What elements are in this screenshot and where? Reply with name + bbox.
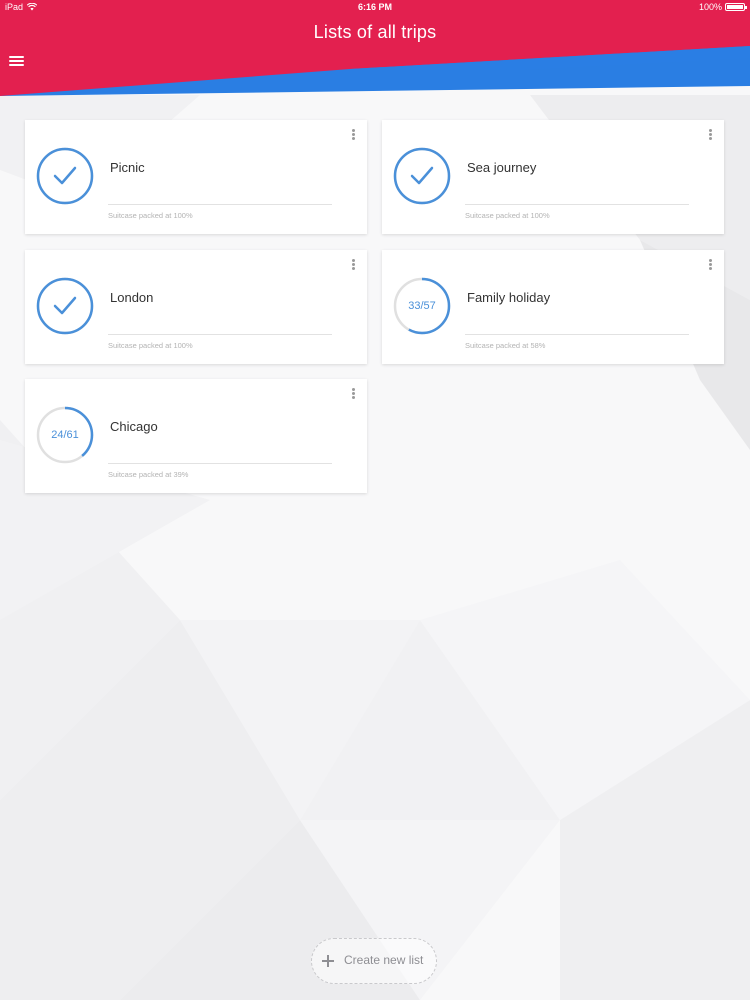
- divider: [108, 463, 332, 464]
- trip-card[interactable]: Sea journey Suitcase packed at 100%: [382, 120, 724, 234]
- packing-status: Suitcase packed at 100%: [108, 211, 193, 220]
- trip-name: Sea journey: [467, 160, 537, 175]
- trip-card[interactable]: 33/57 Family holiday Suitcase packed at 58…: [382, 250, 724, 364]
- trip-card[interactable]: 24/61 Chicago Suitcase packed at 39%: [25, 379, 367, 493]
- more-options-icon[interactable]: [350, 387, 356, 401]
- progress-count: 24/61: [51, 429, 79, 441]
- page-title: Lists of all trips: [313, 22, 437, 42]
- trip-name: London: [110, 290, 154, 305]
- more-options-icon[interactable]: [707, 128, 713, 142]
- trip-name: Picnic: [110, 160, 145, 175]
- packing-status: Suitcase packed at 100%: [465, 211, 550, 220]
- plus-icon: [322, 955, 334, 967]
- divider: [108, 334, 332, 335]
- more-options-icon[interactable]: [350, 128, 356, 142]
- more-options-icon[interactable]: [707, 258, 713, 272]
- status-right: 100%: [698, 0, 747, 14]
- checkmark-icon: [410, 166, 434, 185]
- trip-card[interactable]: Picnic Suitcase packed at 100%: [25, 120, 367, 234]
- check-circle-icon: [36, 147, 94, 205]
- divider: [108, 204, 332, 205]
- check-circle-icon: [36, 277, 94, 335]
- divider: [465, 334, 689, 335]
- progress-count: 33/57: [408, 300, 436, 312]
- more-options-icon[interactable]: [350, 258, 356, 272]
- trip-name: Family holiday: [467, 290, 551, 305]
- checkmark-icon: [53, 166, 77, 185]
- packing-status: Suitcase packed at 100%: [108, 341, 193, 350]
- battery-icon: [725, 3, 747, 11]
- packing-status: Suitcase packed at 39%: [108, 470, 189, 479]
- create-new-list-label: Create new list: [344, 953, 424, 967]
- checkmark-icon: [53, 296, 77, 315]
- packing-status: Suitcase packed at 58%: [465, 341, 546, 350]
- hamburger-menu-icon[interactable]: [9, 54, 25, 68]
- create-new-list-button[interactable]: Create new list: [311, 938, 437, 984]
- check-circle-icon: [393, 147, 451, 205]
- status-bar: iPad 6:16 PM 100%: [0, 0, 750, 14]
- trip-card[interactable]: London Suitcase packed at 100%: [25, 250, 367, 364]
- trip-name: Chicago: [110, 419, 158, 434]
- divider: [465, 204, 689, 205]
- status-time: 6:16 PM: [357, 2, 392, 12]
- battery-percent: 100%: [698, 2, 722, 12]
